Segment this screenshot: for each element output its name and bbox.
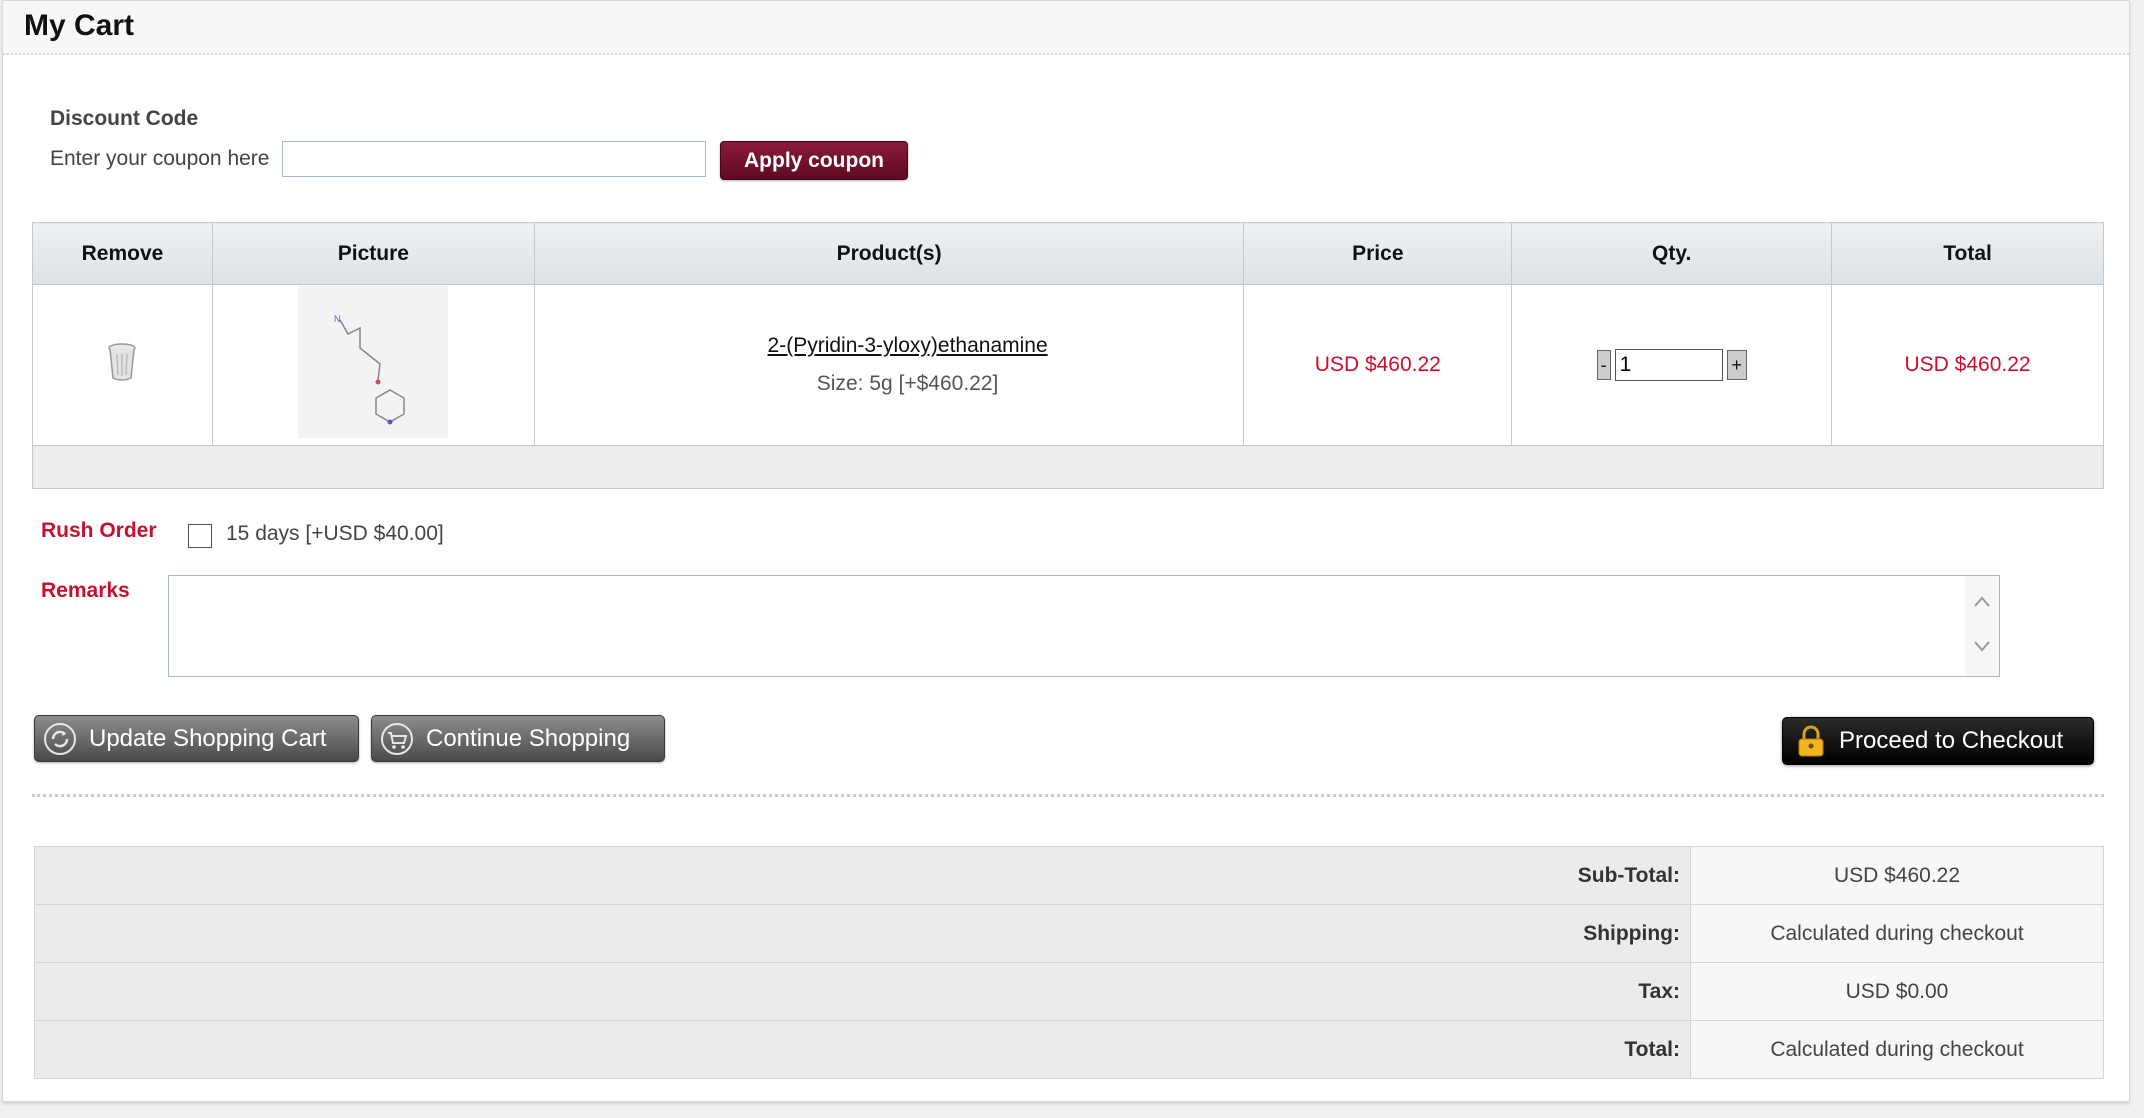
total-row: Total: Calculated during checkout: [34, 1020, 2104, 1079]
refresh-icon: [44, 722, 76, 755]
shopping-cart-icon: [381, 722, 413, 755]
cart-panel: My Cart Discount Code Enter your coupon …: [2, 0, 2130, 1102]
column-header-remove: Remove: [32, 222, 213, 285]
column-header-price: Price: [1243, 222, 1513, 285]
page-title: My Cart: [24, 9, 135, 42]
chevron-down-icon[interactable]: [1972, 636, 1992, 656]
product-name-link[interactable]: 2-(Pyridin-3-yloxy)ethanamine: [573, 334, 1243, 358]
coupon-input[interactable]: [282, 141, 706, 177]
section-divider: [32, 794, 2104, 797]
shipping-row: Shipping: Calculated during checkout: [34, 904, 2104, 963]
update-cart-button[interactable]: Update Shopping Cart: [34, 715, 359, 762]
product-cell: 2-(Pyridin-3-yloxy)ethanamine Size: 5g […: [533, 284, 1245, 446]
molecule-structure-icon: N: [334, 314, 406, 425]
qty-cell: - +: [1511, 284, 1833, 446]
remarks-scrollbar[interactable]: [1965, 576, 1999, 676]
column-header-qty: Qty.: [1511, 222, 1833, 285]
remarks-label: Remarks: [41, 579, 130, 602]
cart-table: Remove Picture Product(s) Price Qty. Tot…: [32, 222, 2104, 489]
column-header-total: Total: [1831, 222, 2104, 285]
proceed-to-checkout-button[interactable]: Proceed to Checkout: [1782, 717, 2094, 765]
lock-icon: [1798, 725, 1824, 757]
qty-input[interactable]: [1614, 349, 1723, 381]
coupon-label: Enter your coupon here: [50, 147, 270, 170]
qty-increment-button[interactable]: +: [1726, 350, 1747, 380]
svg-text:N: N: [334, 314, 341, 324]
picture-cell: N: [211, 284, 535, 446]
rush-order-option[interactable]: 15 days [+USD $40.00]: [226, 522, 444, 546]
tax-label: Tax:: [34, 962, 1691, 1021]
checkout-label: Proceed to Checkout: [1839, 727, 2064, 754]
subtotal-value: USD $460.22: [1690, 846, 2104, 905]
table-footer: [32, 445, 2104, 489]
remove-cell: [32, 284, 213, 446]
continue-shopping-label: Continue Shopping: [426, 724, 631, 752]
price-cell: USD $460.22: [1243, 284, 1513, 446]
shipping-label: Shipping:: [34, 904, 1691, 963]
panel-header: [3, 1, 2129, 55]
table-footer-row: [32, 445, 2104, 489]
quantity-stepper: - +: [1596, 349, 1747, 381]
qty-decrement-button[interactable]: -: [1596, 350, 1611, 380]
total-value: Calculated during checkout: [1690, 1020, 2104, 1079]
total-label: Total:: [34, 1020, 1691, 1079]
discount-title: Discount Code: [50, 107, 199, 130]
remarks-textarea[interactable]: [168, 575, 2000, 677]
shipping-value: Calculated during checkout: [1690, 904, 2104, 963]
subtotal-row: Sub-Total: USD $460.22: [34, 846, 2104, 905]
cart-header-row: Remove Picture Product(s) Price Qty. Tot…: [32, 222, 2104, 285]
column-header-picture: Picture: [211, 222, 535, 285]
apply-coupon-button[interactable]: Apply coupon: [720, 141, 908, 180]
total-cell: USD $460.22: [1831, 284, 2104, 446]
rush-order-checkbox[interactable]: [188, 524, 212, 548]
tax-row: Tax: USD $0.00: [34, 962, 2104, 1021]
trash-icon[interactable]: [105, 342, 139, 382]
product-size: Size: 5g [+$460.22]: [816, 372, 999, 395]
rush-order-label: Rush Order: [41, 519, 157, 542]
subtotal-label: Sub-Total:: [34, 846, 1691, 905]
continue-shopping-button[interactable]: Continue Shopping: [371, 715, 665, 762]
table-row: N 2-(Pyridin-3-yloxy)ethanamine Size: 5g…: [32, 284, 2104, 446]
totals-table: Sub-Total: USD $460.22 Shipping: Calcula…: [34, 846, 2104, 1079]
column-header-product: Product(s): [533, 222, 1245, 285]
tax-value: USD $0.00: [1690, 962, 2104, 1021]
product-image[interactable]: N: [298, 286, 449, 438]
chevron-up-icon[interactable]: [1972, 592, 1992, 612]
update-cart-label: Update Shopping Cart: [89, 724, 327, 752]
